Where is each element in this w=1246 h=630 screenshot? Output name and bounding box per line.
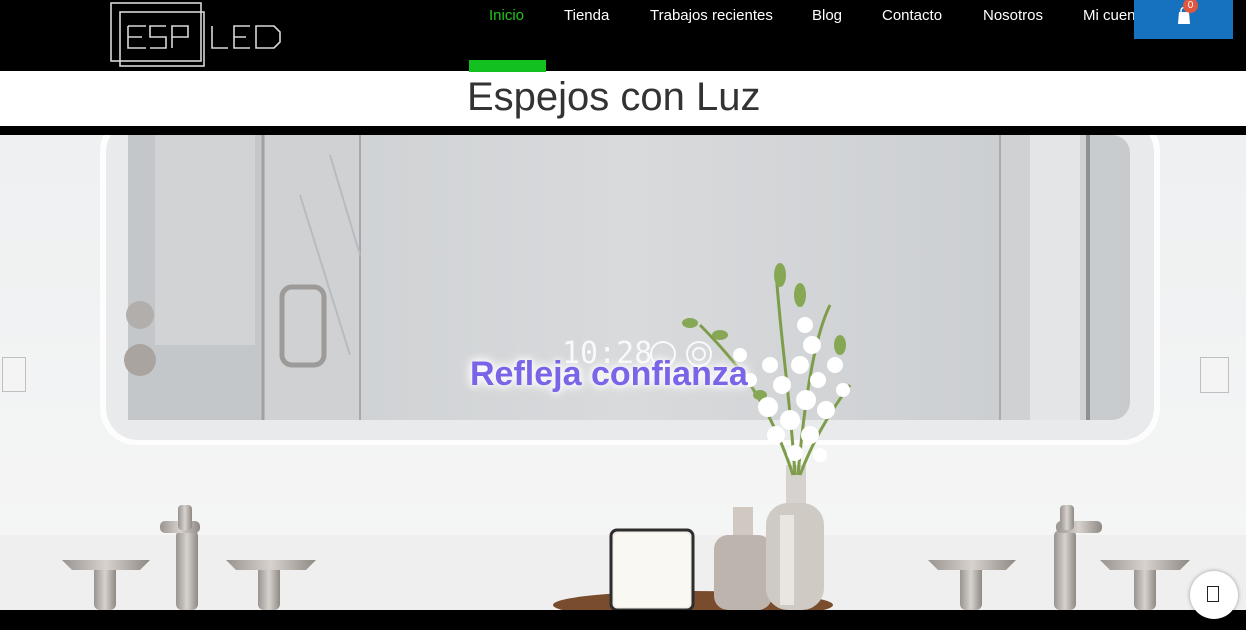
active-nav-indicator (469, 60, 546, 72)
slide-caption: Refleja confianza (470, 355, 748, 393)
chat-icon (1207, 586, 1219, 602)
espled-logo[interactable] (108, 0, 286, 68)
nav-blog[interactable]: Blog (812, 7, 842, 24)
slider-next-button[interactable] (1200, 357, 1229, 393)
nav-inicio[interactable]: Inicio (489, 7, 524, 24)
nav-tienda[interactable]: Tienda (564, 7, 609, 24)
nav-trabajos-recientes[interactable]: Trabajos recientes (650, 7, 773, 24)
cart-button[interactable]: 0 (1134, 0, 1233, 39)
page-title: Espejos con Luz (467, 75, 761, 119)
nav-nosotros[interactable]: Nosotros (983, 7, 1043, 24)
chat-button[interactable] (1190, 571, 1238, 619)
cart-count-badge: 0 (1183, 0, 1198, 13)
slider-prev-button[interactable] (2, 357, 26, 392)
nav-contacto[interactable]: Contacto (882, 7, 942, 24)
title-divider (0, 126, 1246, 135)
footer-strip (0, 610, 1246, 630)
